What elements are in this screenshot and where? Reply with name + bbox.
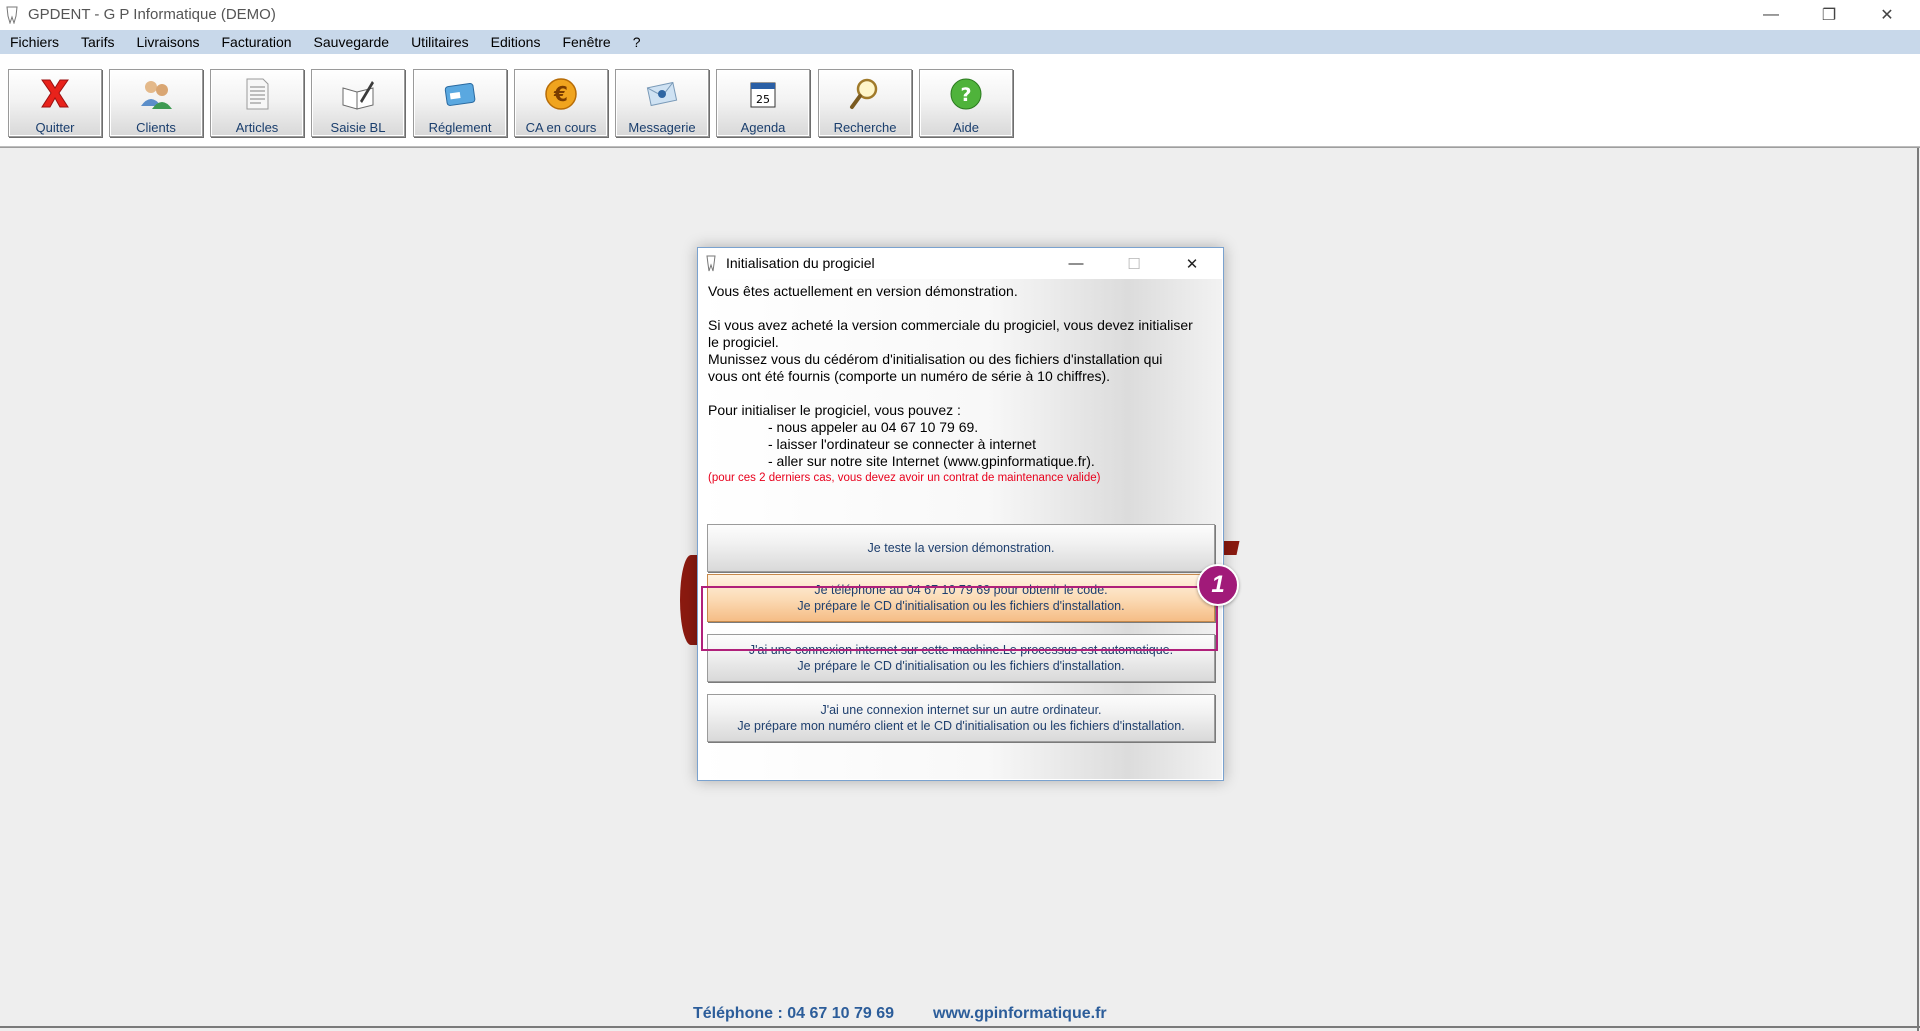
option-line: J'ai une connexion internet sur un autre… [820,703,1102,717]
workspace-border [0,1026,1920,1028]
menu-fenetre[interactable]: Fenêtre [551,34,621,50]
agenda-button[interactable]: 25 Agenda [716,69,810,137]
recherche-button[interactable]: Recherche [818,69,912,137]
articles-label: Articles [235,120,279,135]
menu-editions[interactable]: Editions [480,34,552,50]
clients-button[interactable]: Clients [109,69,203,137]
calendar-day: 25 [756,93,770,106]
dialog-title: Initialisation du progiciel [726,255,875,271]
tooth-app-icon [6,6,18,24]
maximize-icon: ☐ [1127,255,1141,273]
init-dialog: Initialisation du progiciel — ☐ ✕ Vous ê… [697,247,1224,781]
dialog-maximize-button: ☐ [1105,248,1163,279]
recherche-label: Recherche [833,120,897,135]
envelope-icon [646,81,678,107]
option-line: Je teste la version démonstration. [867,541,1055,555]
option-highlight-frame [701,586,1218,651]
close-icon: ✕ [1185,255,1199,273]
close-x-icon [41,79,69,108]
book-pen-icon [342,81,374,110]
aide-button[interactable]: ? Aide [919,69,1013,137]
menu-livraisons[interactable]: Livraisons [125,34,210,50]
users-icon [141,81,172,109]
menu-help[interactable]: ? [622,34,652,50]
clients-label: Clients [136,120,176,135]
ca-en-cours-button[interactable]: € CA en cours [514,69,608,137]
step-callout-badge: 1 [1197,564,1239,606]
toolbar: Quitter Clients Articles Saisie BL Régle… [0,54,1920,147]
option-demo-button[interactable]: Je teste la version démonstration. [707,524,1215,572]
messagerie-label: Messagerie [628,120,696,135]
restore-icon: ❐ [1821,7,1837,24]
menu-tarifs[interactable]: Tarifs [70,34,125,50]
minimize-icon: — [1763,6,1779,23]
maintenance-note: (pour ces 2 derniers cas, vous devez avo… [708,472,1101,484]
menu-bar: Fichiers Tarifs Livraisons Facturation S… [0,30,1920,54]
footer-phone: Téléphone : 04 67 10 79 69 [693,1005,894,1022]
help-icon: ? [950,78,982,110]
options-intro: Pour initialiser le progiciel, vous pouv… [708,402,961,418]
svg-text:?: ? [960,84,971,106]
restore-button[interactable]: ❐ [1800,0,1858,30]
aide-label: Aide [952,120,980,135]
quitter-label: Quitter [35,120,75,135]
instruction-line: le progiciel. [708,334,779,350]
workspace-border [1917,148,1919,1031]
euro-coin-icon: € [545,78,577,110]
option-internet-remote-button[interactable]: J'ai une connexion internet sur un autre… [707,694,1215,742]
document-icon [246,78,269,110]
close-window-button[interactable]: ✕ [1858,0,1916,30]
menu-facturation[interactable]: Facturation [211,34,303,50]
option-text-website: - aller sur notre site Internet (www.gpi… [768,453,1095,469]
dialog-close-button[interactable]: ✕ [1163,248,1221,279]
menu-sauvegarde[interactable]: Sauvegarde [303,34,401,50]
articles-button[interactable]: Articles [210,69,304,137]
demo-status-text: Vous êtes actuellement en version démons… [708,283,1018,299]
footer: Téléphone : 04 67 10 79 69 www.gpinforma… [0,1005,1920,1025]
card-payment-icon [444,83,476,106]
dialog-titlebar: Initialisation du progiciel — ☐ ✕ [698,248,1223,279]
calendar-icon: 25 [750,82,776,108]
menu-utilitaires[interactable]: Utilitaires [400,34,480,50]
minimize-button[interactable]: — [1742,0,1800,30]
window-titlebar: GPDENT - G P Informatique (DEMO) — ❐ ✕ [0,0,1920,30]
magnifier-icon [850,78,878,109]
messagerie-button[interactable]: Messagerie [615,69,709,137]
minimize-icon: — [1068,255,1084,272]
option-text-phone: - nous appeler au 04 67 10 79 69. [768,419,979,435]
option-text-internet: - laisser l'ordinateur se connecter à in… [768,436,1037,452]
instruction-line: Si vous avez acheté la version commercia… [708,317,1193,333]
dialog-body: Vous êtes actuellement en version démons… [699,279,1222,779]
menu-fichiers[interactable]: Fichiers [0,34,70,50]
saisie-bl-label: Saisie BL [330,120,386,135]
reglement-label: Réglement [428,120,492,135]
agenda-label: Agenda [740,120,786,135]
instruction-line: Munissez vous du cédérom d'initialisatio… [708,351,1163,367]
footer-website: www.gpinformatique.fr [933,1005,1107,1022]
dialog-minimize-button[interactable]: — [1047,248,1105,279]
ca-en-cours-label: CA en cours [525,120,597,135]
close-icon: ✕ [1880,7,1894,24]
option-line: Je prépare mon numéro client et le CD d'… [737,719,1185,733]
option-line: Je prépare le CD d'initialisation ou les… [797,659,1125,673]
tooth-app-icon [706,255,716,272]
quitter-button[interactable]: Quitter [8,69,102,137]
reglement-button[interactable]: Réglement [413,69,507,137]
instruction-line: vous ont été fournis (comporte un numéro… [708,368,1111,384]
svg-text:€: € [553,82,568,106]
saisie-bl-button[interactable]: Saisie BL [311,69,405,137]
window-title: GPDENT - G P Informatique (DEMO) [28,6,276,23]
